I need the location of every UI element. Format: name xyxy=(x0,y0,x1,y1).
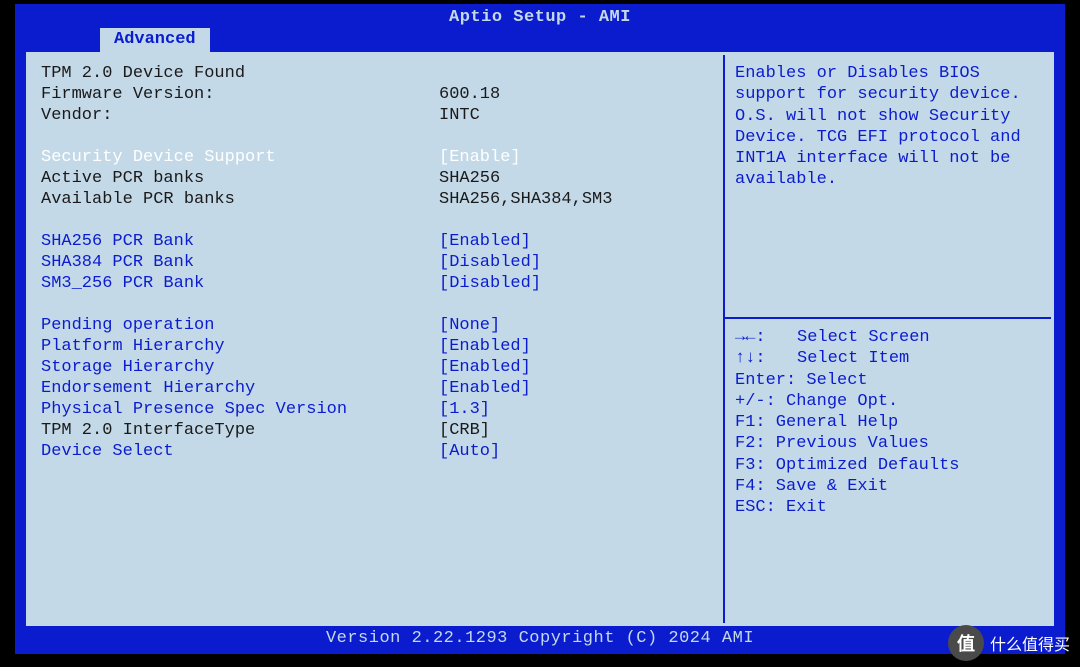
key-f3: F3: Optimized Defaults xyxy=(735,455,1041,476)
endorsement-hierarchy-value[interactable]: [Enabled] xyxy=(439,378,710,399)
watermark-text: 什么值得买 xyxy=(990,631,1070,655)
tab-advanced[interactable]: Advanced xyxy=(100,28,210,52)
sha256-bank-label[interactable]: SHA256 PCR Bank xyxy=(41,231,439,252)
watermark: 值 什么值得买 xyxy=(948,625,1070,661)
bios-window: Aptio Setup - AMI Advanced TPM 2.0 Devic… xyxy=(15,4,1065,654)
key-select-screen: Select Screen xyxy=(797,327,930,348)
key-f2: F2: Previous Values xyxy=(735,433,1041,454)
key-enter: Enter: Select xyxy=(735,370,1041,391)
key-f4: F4: Save & Exit xyxy=(735,476,1041,497)
key-f1: F1: General Help xyxy=(735,412,1041,433)
help-pane: Enables or Disables BIOS support for sec… xyxy=(723,55,1051,623)
pending-operation-label[interactable]: Pending operation xyxy=(41,315,439,336)
physical-presence-value[interactable]: [1.3] xyxy=(439,399,710,420)
endorsement-hierarchy-label[interactable]: Endorsement Hierarchy xyxy=(41,378,439,399)
pending-operation-value[interactable]: [None] xyxy=(439,315,710,336)
active-pcr-label: Active PCR banks xyxy=(41,168,439,189)
sha256-bank-value[interactable]: [Enabled] xyxy=(439,231,710,252)
storage-hierarchy-label[interactable]: Storage Hierarchy xyxy=(41,357,439,378)
available-pcr-value: SHA256,SHA384,SM3 xyxy=(439,189,710,210)
vendor-value: INTC xyxy=(439,105,710,126)
bios-title: Aptio Setup - AMI xyxy=(16,5,1064,28)
help-text: Enables or Disables BIOS support for sec… xyxy=(725,55,1051,319)
sm3-bank-label[interactable]: SM3_256 PCR Bank xyxy=(41,273,439,294)
available-pcr-label: Available PCR banks xyxy=(41,189,439,210)
key-plusminus: +/-: Change Opt. xyxy=(735,391,1041,412)
security-device-support-label[interactable]: Security Device Support xyxy=(41,147,439,168)
firmware-version-value: 600.18 xyxy=(439,84,710,105)
sha384-bank-label[interactable]: SHA384 PCR Bank xyxy=(41,252,439,273)
key-esc: ESC: Exit xyxy=(735,497,1041,518)
tpm-interface-value: [CRB] xyxy=(439,420,710,441)
security-device-support-value[interactable]: [Enable] xyxy=(439,147,710,168)
key-select-item: Select Item xyxy=(797,348,909,369)
key-legend: →←:Select Screen ↑↓:Select Item Enter: S… xyxy=(725,319,1051,623)
device-select-label[interactable]: Device Select xyxy=(41,441,439,462)
key-arrows-ud: ↑↓: xyxy=(735,348,797,369)
firmware-version-label: Firmware Version: xyxy=(41,84,439,105)
sha384-bank-value[interactable]: [Disabled] xyxy=(439,252,710,273)
settings-pane: TPM 2.0 Device Found Firmware Version: 6… xyxy=(29,55,723,623)
bios-footer: Version 2.22.1293 Copyright (C) 2024 AMI xyxy=(16,626,1064,648)
platform-hierarchy-label[interactable]: Platform Hierarchy xyxy=(41,336,439,357)
tpm-found-label: TPM 2.0 Device Found xyxy=(41,63,439,84)
active-pcr-value: SHA256 xyxy=(439,168,710,189)
content-box: TPM 2.0 Device Found Firmware Version: 6… xyxy=(26,52,1054,626)
physical-presence-label[interactable]: Physical Presence Spec Version xyxy=(41,399,439,420)
tpm-interface-label: TPM 2.0 InterfaceType xyxy=(41,420,439,441)
vendor-label: Vendor: xyxy=(41,105,439,126)
sm3-bank-value[interactable]: [Disabled] xyxy=(439,273,710,294)
tab-bar: Advanced xyxy=(16,28,1064,52)
watermark-badge-icon: 值 xyxy=(948,625,984,661)
key-arrows-lr: →←: xyxy=(735,327,797,348)
device-select-value[interactable]: [Auto] xyxy=(439,441,710,462)
storage-hierarchy-value[interactable]: [Enabled] xyxy=(439,357,710,378)
platform-hierarchy-value[interactable]: [Enabled] xyxy=(439,336,710,357)
